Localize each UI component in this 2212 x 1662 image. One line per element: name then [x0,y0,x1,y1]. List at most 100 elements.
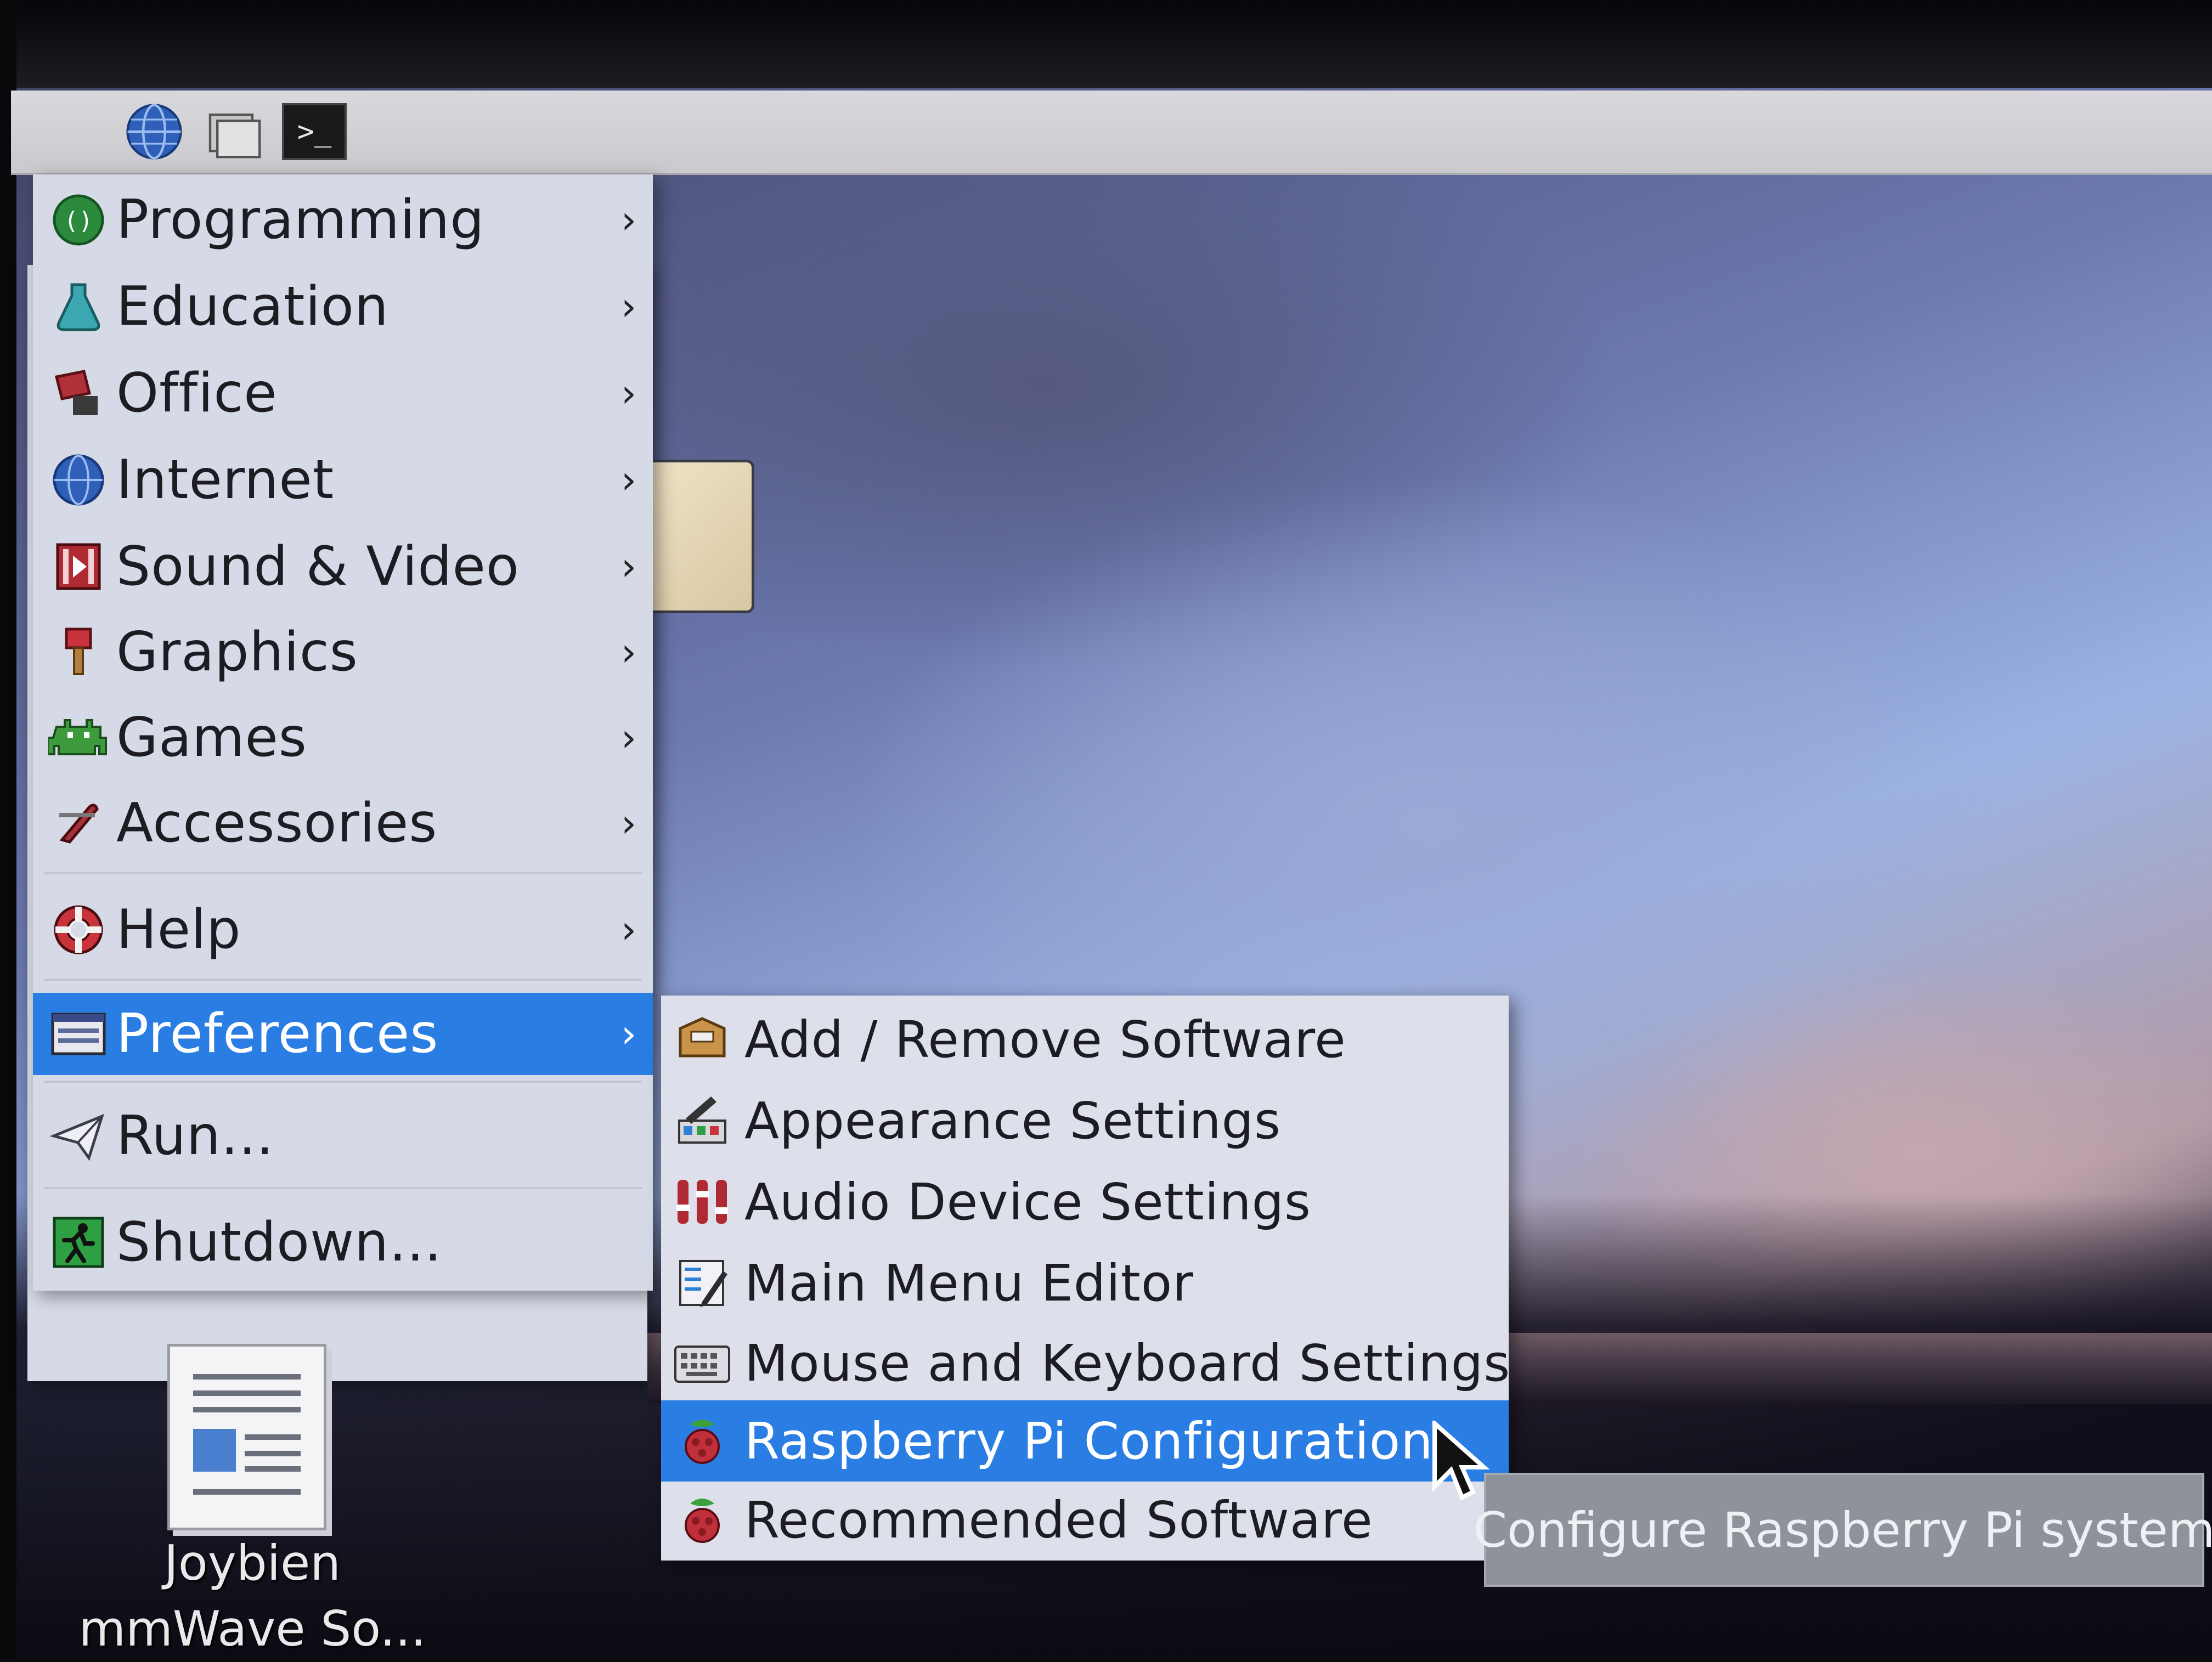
submenu-arrow-icon: › [621,907,636,952]
programming-icon: () [48,190,109,250]
file-label-line2: mmWave So... [78,1601,426,1657]
submenu-item-label: Mouse and Keyboard Settings [744,1333,1511,1393]
menu-separator [44,1081,642,1083]
menu-item-office[interactable]: Office › [33,352,653,434]
document-line [193,1407,301,1412]
menu-item-education[interactable]: Education › [33,265,653,348]
shutdown-icon [48,1212,109,1273]
file-manager-button[interactable] [200,97,269,166]
submenu-arrow-icon: › [621,371,636,416]
menu-editor-icon [672,1253,732,1313]
document-line [245,1451,301,1456]
submenu-arrow-icon: › [621,715,636,760]
web-browser-button[interactable] [120,97,189,166]
submenu-arrow-icon: › [621,544,636,589]
document-line [193,1489,301,1495]
document-line [193,1390,301,1396]
submenu-item-main-menu-editor[interactable]: Main Menu Editor [661,1242,1509,1324]
mouse-cursor-icon [1432,1421,1490,1501]
submenu-item-mouse-keyboard-settings[interactable]: Mouse and Keyboard Settings [661,1322,1511,1404]
folder-icon [208,114,261,159]
submenu-arrow-icon: › [621,284,636,329]
games-icon [48,708,109,768]
run-icon [48,1106,109,1166]
menu-item-graphics[interactable]: Graphics › [33,611,653,693]
preferences-submenu: Add / Remove Software Appearance Setting… [661,996,1511,1561]
submenu-arrow-icon: › [621,197,636,242]
submenu-item-label: Main Menu Editor [744,1253,1194,1313]
menu-item-help[interactable]: Help › [33,889,653,971]
raspberry-icon [672,1411,732,1471]
appearance-icon [672,1090,732,1151]
terminal-button[interactable]: >_ [280,97,349,166]
menu-separator [44,1187,642,1189]
menu-item-label: Preferences [116,1003,439,1065]
menu-item-label: Games [116,706,307,769]
menu-item-label: Run... [116,1105,274,1167]
submenu-item-label: Add / Remove Software [744,1010,1346,1069]
accessories-icon [48,793,109,853]
menu-item-run[interactable]: Run... [33,1095,653,1177]
education-icon [48,276,109,337]
submenu-arrow-icon: › [621,630,636,675]
submenu-arrow-icon: › [621,1011,636,1056]
submenu-arrow-icon: › [621,801,636,846]
menu-item-label: Accessories [116,792,438,855]
submenu-arrow-icon: › [621,457,636,502]
menu-item-label: Sound & Video [116,535,520,598]
menu-item-label: Help [116,898,241,961]
taskbar: >_ [11,91,2212,1381]
document-line [245,1466,301,1472]
submenu-item-recommended-software[interactable]: Recommended Software [661,1479,1509,1561]
monitor-bezel [0,0,2212,88]
submenu-item-add-remove-software[interactable]: Add / Remove Software [661,999,1509,1080]
submenu-item-appearance-settings[interactable]: Appearance Settings [661,1080,1509,1161]
graphics-icon [48,622,109,682]
menu-item-accessories[interactable]: Accessories › [33,782,653,864]
desktop-file-icon[interactable] [167,1344,326,1530]
menu-separator [44,979,642,981]
preferences-icon [48,1004,109,1064]
raspberry-icon [672,1490,732,1550]
application-menu: () Programming › Education › Office › In… [33,174,653,1291]
sound-video-icon [48,536,109,597]
office-icon [48,363,109,423]
audio-mixer-icon [672,1172,732,1232]
menu-item-programming[interactable]: () Programming › [33,179,653,261]
menu-item-label: Office [116,362,278,425]
package-icon [672,1009,732,1070]
menu-item-shutdown[interactable]: Shutdown... [33,1201,653,1284]
monitor-bezel-left [0,0,16,1659]
globe-icon [48,450,109,510]
globe-icon [126,104,182,160]
help-icon [48,900,109,960]
file-label-line1: Joybien [163,1535,341,1591]
terminal-icon: >_ [282,103,347,160]
menu-item-internet[interactable]: Internet › [33,439,653,521]
keyboard-icon [672,1333,732,1393]
svg-text:(): () [64,207,93,235]
menu-item-games[interactable]: Games › [33,697,653,779]
menu-item-label: Shutdown... [116,1211,442,1274]
submenu-item-label: Recommended Software [744,1490,1373,1550]
submenu-item-label: Raspberry Pi Configuration [744,1411,1434,1471]
submenu-item-label: Appearance Settings [744,1091,1281,1150]
document-line [193,1374,301,1380]
terminal-icon-glyph: >_ [297,115,332,148]
desktop-file-label[interactable]: Joybien mmWave So... [44,1530,461,1662]
submenu-item-label: Audio Device Settings [744,1172,1311,1231]
menu-item-label: Internet [116,449,335,511]
document-image-block [193,1429,236,1472]
menu-item-preferences[interactable]: Preferences › [33,993,653,1075]
menu-separator [44,872,642,874]
submenu-item-audio-device-settings[interactable]: Audio Device Settings [661,1161,1509,1242]
document-line [245,1434,301,1440]
menu-item-sound-video[interactable]: Sound & Video › [33,525,653,608]
tooltip-text: Configure Raspberry Pi system [1473,1501,2212,1558]
menu-item-label: Education [116,275,389,338]
menu-item-label: Programming [116,189,485,251]
menu-item-label: Graphics [116,621,358,683]
tooltip: Configure Raspberry Pi system [1474,1473,2212,1587]
submenu-item-raspberry-pi-configuration[interactable]: Raspberry Pi Configuration [661,1400,1509,1482]
background-window-fragment [650,460,754,613]
